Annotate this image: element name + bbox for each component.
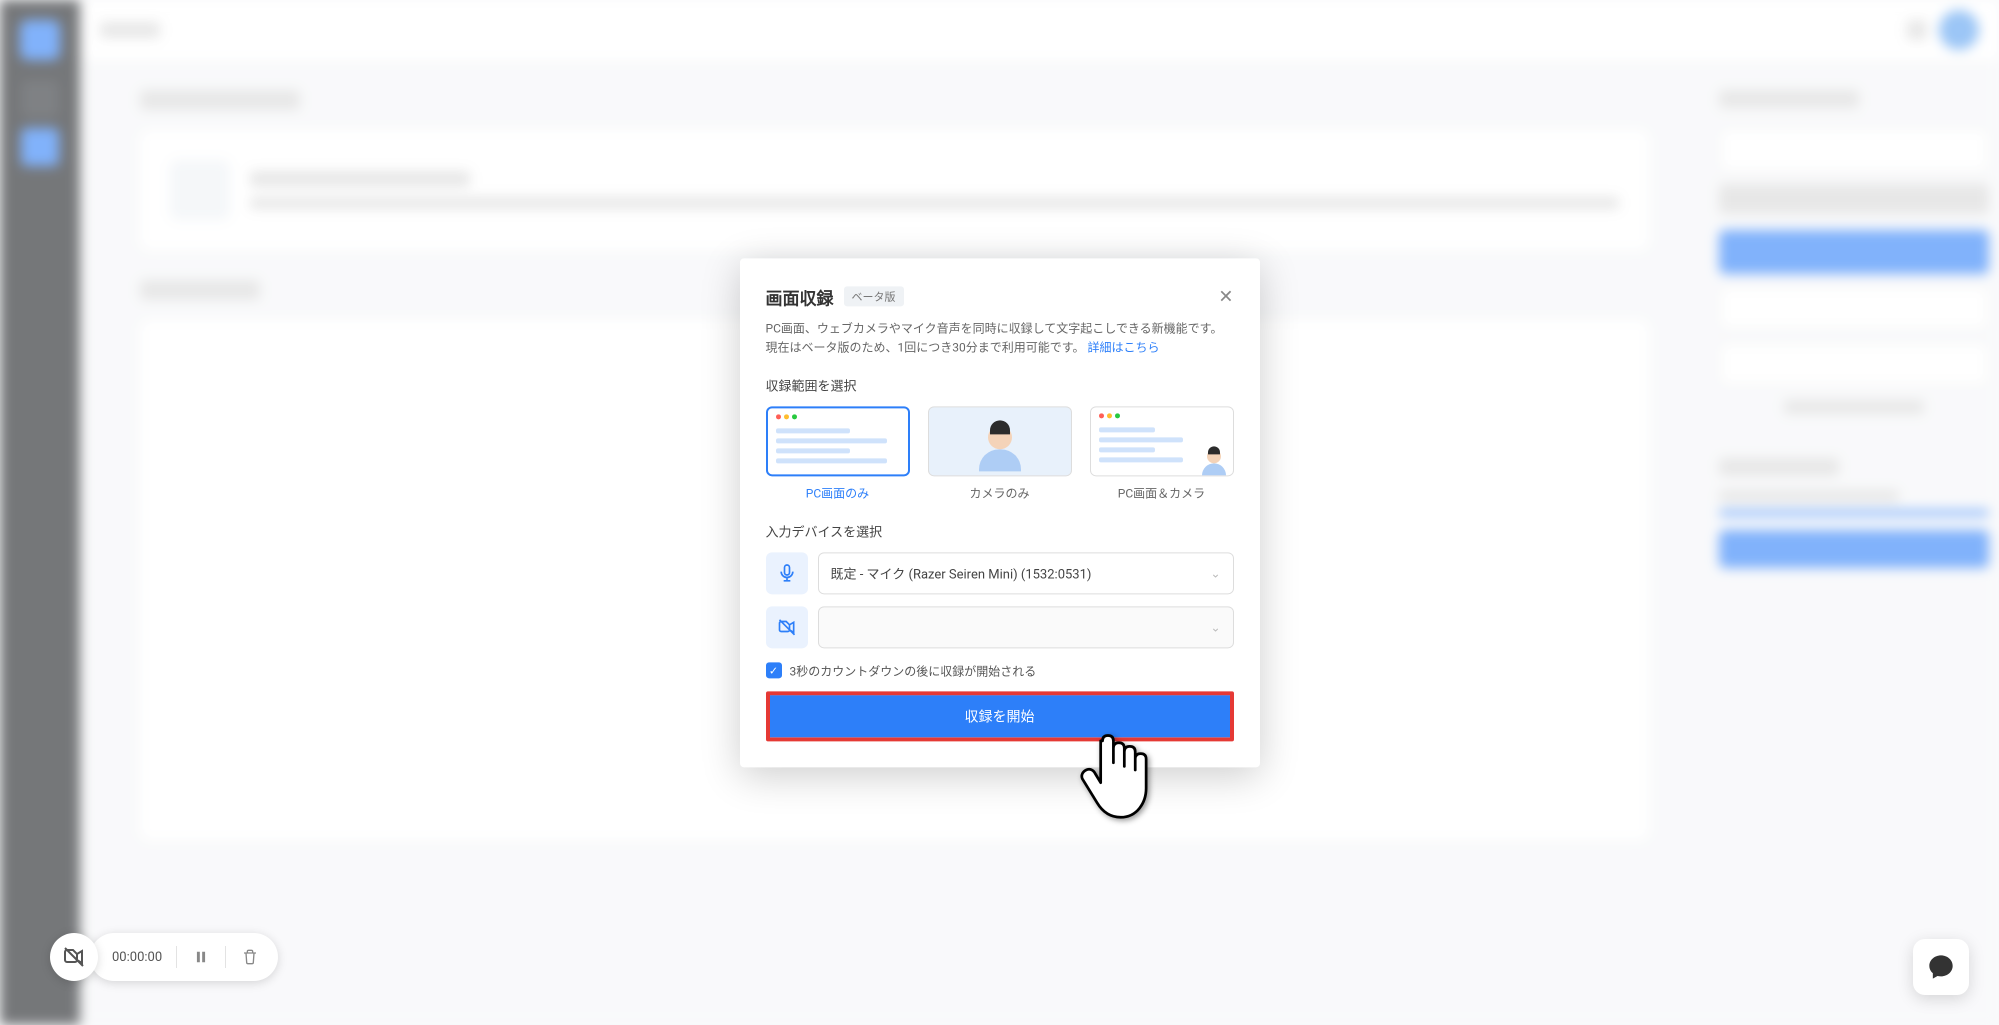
camera-off-icon — [766, 606, 808, 648]
option-camera-only[interactable]: カメラのみ — [928, 406, 1072, 501]
delete-button[interactable] — [240, 947, 260, 967]
countdown-checkbox-row[interactable]: ✓ 3秒のカウントダウンの後に収録が開始される — [766, 662, 1234, 679]
option-thumb-both — [1090, 406, 1234, 476]
microphone-select[interactable]: 既定 - マイク (Razer Seiren Mini) (1532:0531)… — [818, 552, 1234, 594]
checkbox-checked-icon: ✓ — [766, 663, 782, 679]
start-button-highlight: 収録を開始 — [766, 691, 1234, 741]
chevron-down-icon: ⌄ — [1210, 620, 1220, 634]
microphone-value: 既定 - マイク (Razer Seiren Mini) (1532:0531) — [831, 564, 1092, 583]
separator — [225, 946, 226, 968]
option-label: PC画面＆カメラ — [1090, 484, 1234, 501]
modal-title: 画面収録 ベータ版 — [766, 284, 904, 309]
start-recording-button[interactable]: 収録を開始 — [770, 695, 1230, 737]
close-button[interactable]: ✕ — [1218, 286, 1233, 307]
range-section-label: 収録範囲を選択 — [766, 375, 1234, 394]
recording-camera-toggle[interactable] — [50, 933, 98, 981]
modal-description: PC画面、ウェブカメラやマイク音声を同時に収録して文字起こしできる新機能です。現… — [766, 319, 1234, 357]
chat-support-button[interactable] — [1913, 939, 1969, 995]
option-label: カメラのみ — [928, 484, 1072, 501]
modal-title-text: 画面収録 — [766, 284, 834, 309]
option-screen-and-camera[interactable]: PC画面＆カメラ — [1090, 406, 1234, 501]
recording-toolbar: 00:00:00 — [50, 933, 278, 981]
pause-button[interactable] — [191, 947, 211, 967]
recording-range-options: PC画面のみ カメラのみ PC画面＆カメラ — [766, 406, 1234, 501]
option-label: PC画面のみ — [766, 484, 910, 501]
separator — [176, 946, 177, 968]
recording-timer: 00:00:00 — [112, 950, 162, 965]
option-thumb-camera — [928, 406, 1072, 476]
screen-recording-modal: 画面収録 ベータ版 ✕ PC画面、ウェブカメラやマイク音声を同時に収録して文字起… — [740, 258, 1260, 767]
option-thumb-screen — [766, 406, 910, 476]
chevron-down-icon: ⌄ — [1210, 566, 1220, 580]
device-section-label: 入力デバイスを選択 — [766, 521, 1234, 540]
beta-badge: ベータ版 — [844, 286, 904, 306]
camera-select[interactable]: ⌄ — [818, 606, 1234, 648]
microphone-icon — [766, 552, 808, 594]
countdown-label: 3秒のカウントダウンの後に収録が開始される — [790, 662, 1037, 679]
recording-controls: 00:00:00 — [90, 933, 278, 981]
details-link[interactable]: 詳細はこちら — [1088, 340, 1160, 354]
option-pc-screen-only[interactable]: PC画面のみ — [766, 406, 910, 501]
